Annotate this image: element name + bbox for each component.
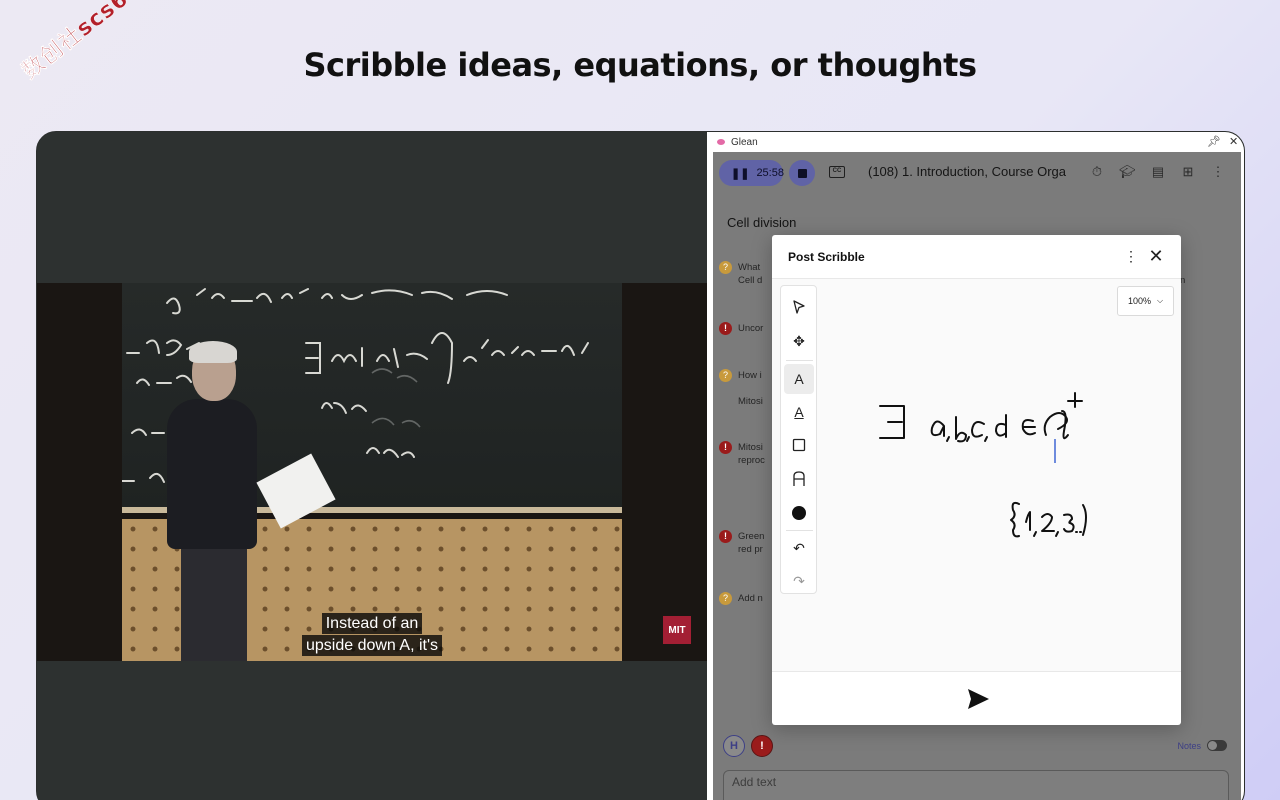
close-icon[interactable]: ✕ bbox=[1147, 246, 1165, 267]
pointer-icon[interactable] bbox=[784, 292, 814, 322]
dialog-header: Post Scribble ⋮ ✕ bbox=[772, 235, 1181, 279]
note-item[interactable]: ? What Cell d bbox=[719, 261, 762, 287]
eraser-icon[interactable] bbox=[784, 464, 814, 494]
thinking-emoji-icon: ? bbox=[719, 592, 732, 605]
section-title: Cell division bbox=[727, 215, 797, 230]
pause-timer-button[interactable]: ❚❚ 25:58 bbox=[719, 160, 784, 186]
document-icon[interactable]: ▤ bbox=[1150, 164, 1166, 180]
scribble-canvas[interactable]: ✥ A A ↶ ↷ 100% ⌵ bbox=[772, 279, 1181, 671]
rectangle-icon[interactable] bbox=[784, 430, 814, 460]
alert-icon: ! bbox=[719, 530, 732, 543]
undo-icon[interactable]: ↶ bbox=[784, 533, 814, 563]
layout-icon[interactable]: ⊞ bbox=[1180, 164, 1196, 180]
send-icon[interactable] bbox=[965, 686, 991, 712]
alert-chip[interactable]: ! bbox=[751, 735, 773, 757]
note-item[interactable]: ! Uncor bbox=[719, 322, 763, 335]
toolbar: ❚❚ 25:58 CC (108) 1. Introduction, Cours… bbox=[713, 152, 1241, 194]
alert-icon: ! bbox=[719, 441, 732, 454]
caption-line-1: Instead of an bbox=[321, 613, 423, 634]
window-title: Glean bbox=[731, 136, 758, 148]
graduation-cap-icon[interactable]: 🎓︎ bbox=[1119, 164, 1136, 180]
dialog-footer bbox=[772, 671, 1181, 725]
stop-button[interactable] bbox=[789, 160, 815, 186]
redo-icon[interactable]: ↷ bbox=[784, 566, 814, 596]
more-vertical-icon[interactable]: ⋮ bbox=[1124, 248, 1138, 265]
pen-icon[interactable]: A bbox=[784, 364, 814, 394]
zoom-value: 100% bbox=[1127, 296, 1151, 306]
pin-icon[interactable]: 📌︎ bbox=[1207, 135, 1221, 148]
heading-chip[interactable]: H bbox=[723, 735, 745, 757]
alert-icon: ! bbox=[719, 322, 732, 335]
scribble-ink bbox=[879, 392, 1087, 538]
color-dot-icon[interactable] bbox=[784, 498, 814, 528]
move-icon[interactable]: ✥ bbox=[784, 326, 814, 356]
note-item[interactable]: ? How i Mitosi bbox=[719, 369, 763, 408]
stop-icon bbox=[797, 168, 807, 178]
glean-panel: Glean 📌︎ ✕ ❚❚ 25:58 CC (108) 1. Introduc… bbox=[707, 132, 1244, 800]
glean-logo-icon bbox=[717, 139, 725, 145]
captions: Instead of an upside down A, it's bbox=[37, 613, 707, 657]
more-vertical-icon[interactable]: ⋮ bbox=[1210, 164, 1226, 180]
dialog-title: Post Scribble bbox=[788, 250, 865, 264]
note-type-chips: H ! bbox=[723, 735, 773, 757]
headline: Scribble ideas, equations, or thoughts bbox=[303, 46, 977, 84]
toggle-switch[interactable] bbox=[1207, 740, 1227, 751]
app-frame: MIT Instead of an upside down A, it's Gl… bbox=[36, 131, 1245, 800]
timer-value: 25:58 bbox=[756, 167, 784, 179]
stopwatch-icon[interactable]: ⏱︎ bbox=[1089, 164, 1105, 180]
notes-toggle[interactable]: Notes bbox=[1177, 740, 1227, 751]
video-player[interactable]: MIT Instead of an upside down A, it's bbox=[37, 283, 707, 661]
captions-icon[interactable]: CC bbox=[829, 166, 845, 178]
window-titlebar: Glean 📌︎ ✕ bbox=[707, 132, 1244, 152]
chevron-down-icon: ⌵ bbox=[1156, 296, 1164, 305]
highlighter-icon[interactable]: A bbox=[784, 397, 814, 427]
composer: H ! Notes Add text bbox=[713, 727, 1241, 800]
pause-icon: ❚❚ bbox=[731, 167, 750, 180]
caption-line-2: upside down A, it's bbox=[301, 635, 443, 656]
close-icon[interactable]: ✕ bbox=[1229, 135, 1238, 148]
zoom-select[interactable]: 100% ⌵ bbox=[1117, 286, 1174, 316]
scribble-tools: ✥ A A ↶ ↷ bbox=[780, 285, 817, 594]
thinking-emoji-icon: ? bbox=[719, 369, 732, 382]
post-scribble-dialog: Post Scribble ⋮ ✕ ✥ A A ↶ ↷ 100% ⌵ bbox=[772, 235, 1181, 725]
glean-app: ❚❚ 25:58 CC (108) 1. Introduction, Cours… bbox=[713, 152, 1241, 800]
video-pane: MIT Instead of an upside down A, it's bbox=[37, 132, 707, 800]
note-item[interactable]: ! Green red pr bbox=[719, 530, 764, 556]
add-note-item[interactable]: ? Add n bbox=[719, 592, 763, 605]
add-text-input[interactable]: Add text bbox=[723, 770, 1229, 800]
note-item[interactable]: ! Mitosi reproc bbox=[719, 441, 765, 467]
video-title: (108) 1. Introduction, Course Orga bbox=[868, 164, 1066, 179]
thinking-emoji-icon: ? bbox=[719, 261, 732, 274]
notes-toggle-label: Notes bbox=[1177, 740, 1201, 751]
